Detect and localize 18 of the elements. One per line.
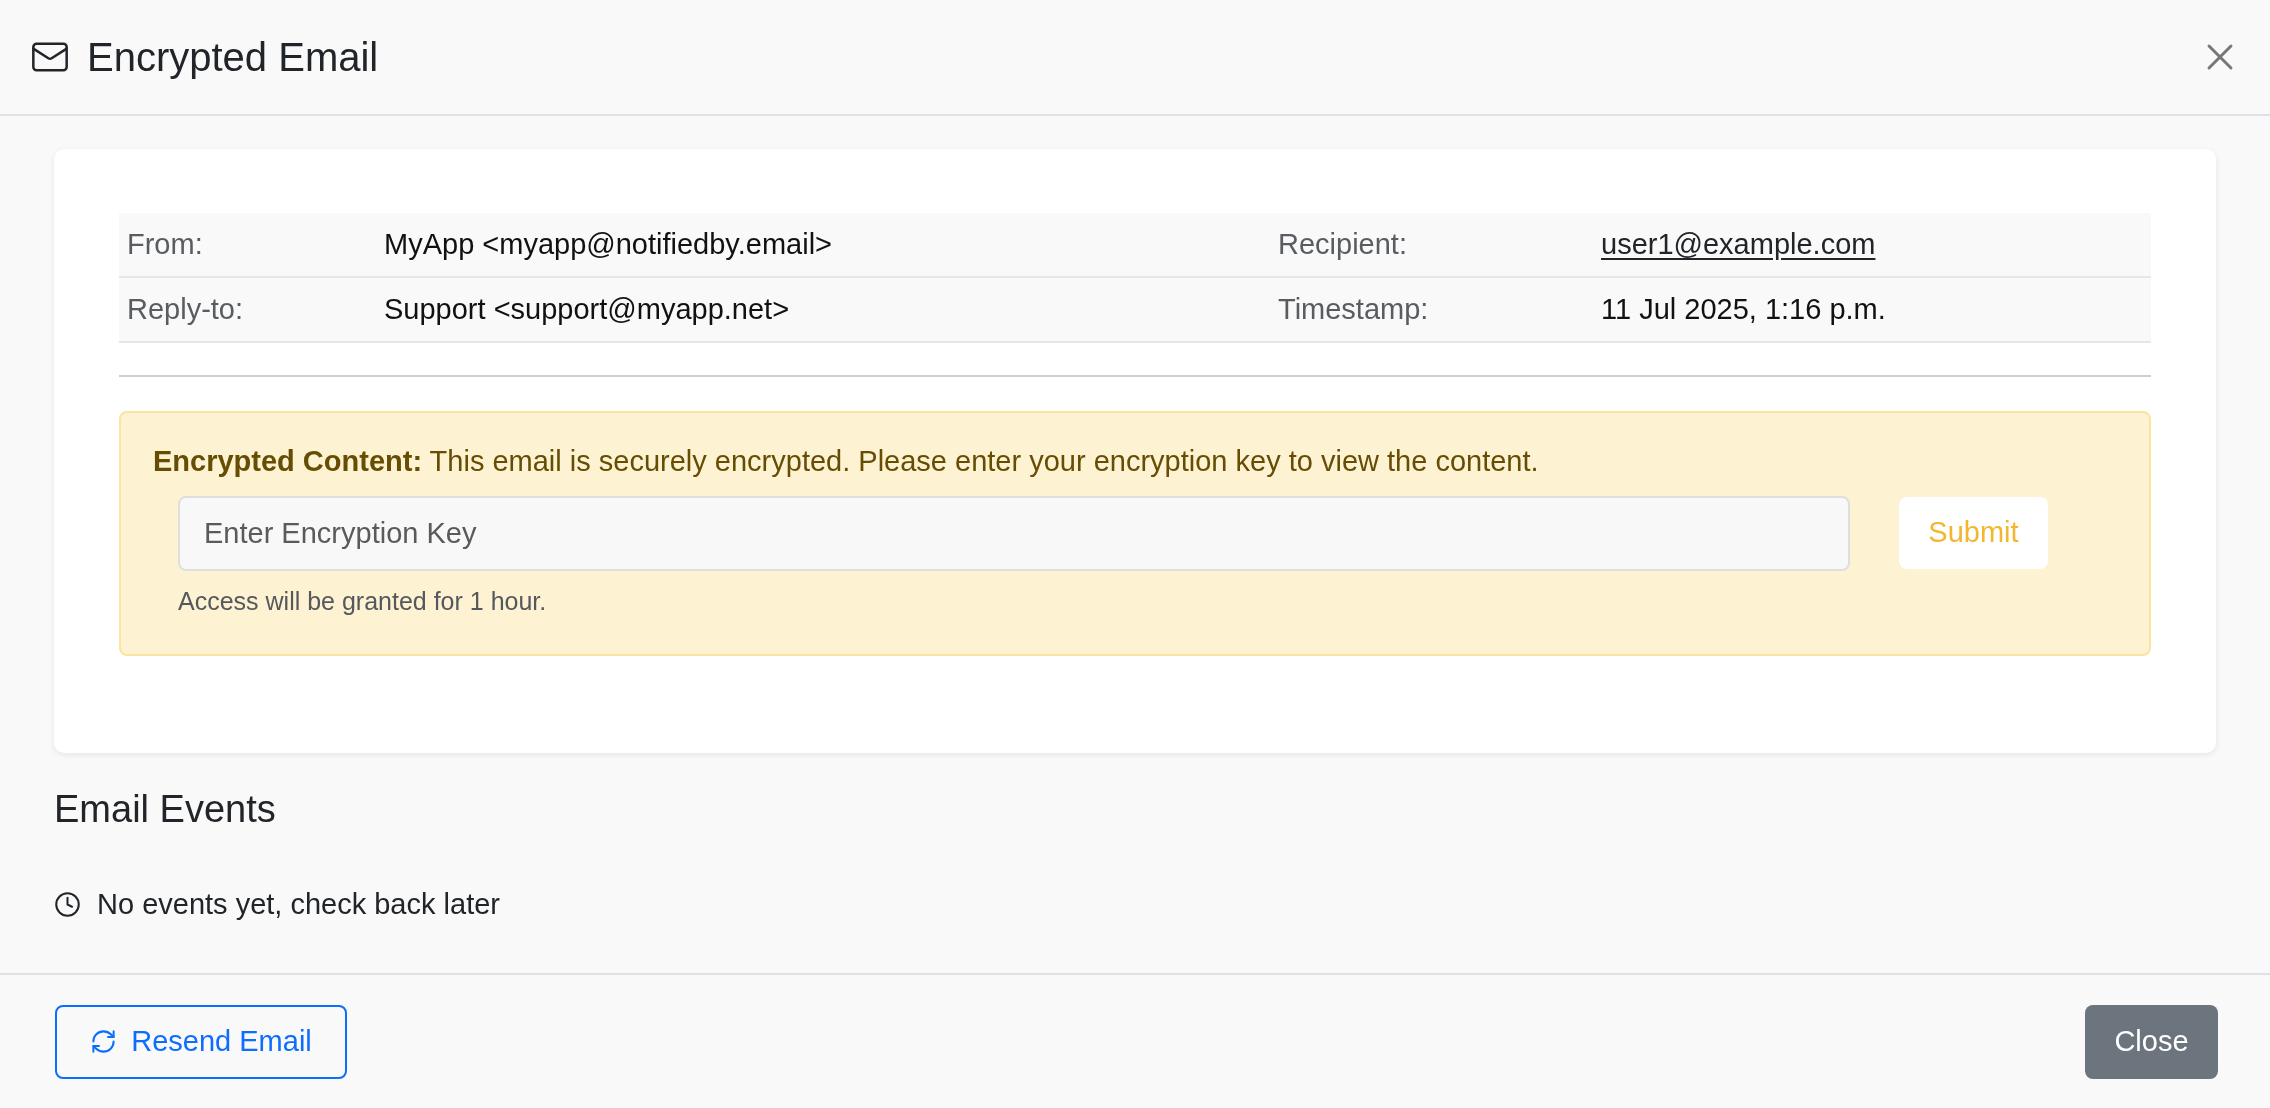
field-label: Reply-to: [126, 291, 245, 327]
empty-message: No events yet, check back later [97, 886, 500, 922]
help-text: Access will be granted for 1 hour. [178, 586, 547, 615]
field-value: 11 Jul 2025, 1:16 p.m. [1600, 291, 1887, 327]
field-value: MyApp <myapp@notifiedby.email> [383, 226, 833, 262]
field-value: Support <support@myapp.net> [383, 291, 791, 327]
resend-email-button[interactable]: Resend Email [55, 1004, 347, 1079]
clock-icon [54, 890, 81, 918]
field-label: Timestamp: [1277, 291, 1430, 327]
section-heading: Email Events [54, 787, 276, 833]
close-dialog-button[interactable]: Close [2085, 1004, 2218, 1079]
field-label: Recipient: [1277, 226, 1408, 262]
encryption-key-field[interactable]: Enter Encryption Key [178, 495, 1850, 571]
email-link[interactable]: user1@example.com [1593, 222, 1884, 267]
refresh-icon [90, 1028, 118, 1055]
field-label: From: [126, 226, 204, 262]
alert-message: Encrypted Content: This email is securely encrypted. Please enter your encryption key to view the content. [153, 444, 1540, 479]
window-title: Encrypted Email [87, 34, 379, 81]
